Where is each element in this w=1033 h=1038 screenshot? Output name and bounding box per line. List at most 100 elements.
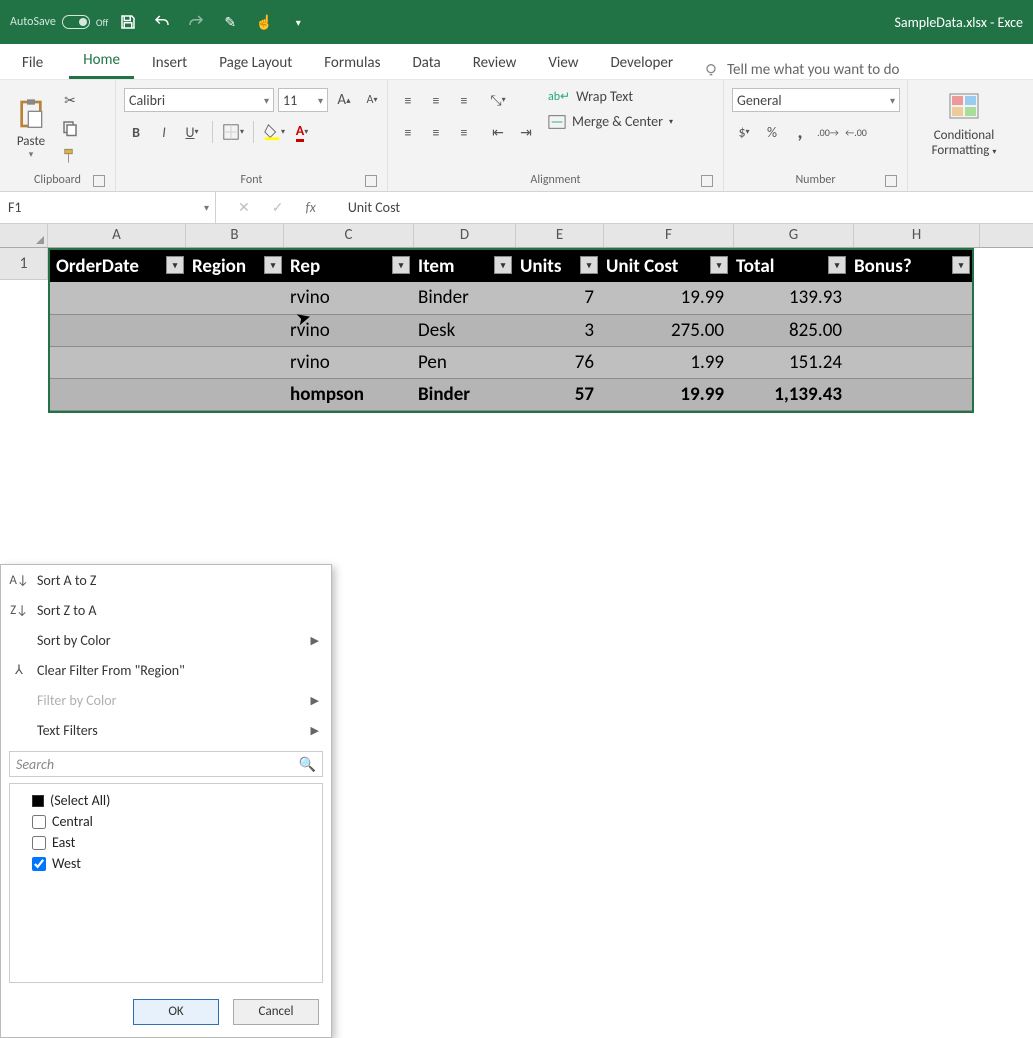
table-row[interactable]: rvinoPen761.99151.24	[50, 346, 972, 378]
table-row[interactable]: hompsonBinder5719.991,139.43	[50, 378, 972, 410]
checkbox-west[interactable]: West	[14, 853, 318, 874]
paste-button[interactable]: Paste ▾	[8, 88, 54, 170]
currency-icon[interactable]: $▾	[732, 120, 756, 144]
font-size-combo[interactable]: 11▾	[278, 88, 328, 112]
wrap-icon: ab↵	[548, 89, 570, 104]
accept-formula-icon[interactable]: ✓	[272, 199, 284, 216]
filter-button-region[interactable]: ▾	[264, 256, 282, 274]
save-icon[interactable]	[118, 12, 138, 32]
ok-button[interactable]: OK	[133, 999, 219, 1025]
col-header-d[interactable]: D	[414, 224, 516, 247]
font-size-value: 11	[283, 92, 297, 109]
underline-button[interactable]: U▾	[180, 120, 204, 144]
filter-button-item[interactable]: ▾	[494, 256, 512, 274]
tab-formulas[interactable]: Formulas	[310, 46, 394, 79]
th-orderdate: OrderDate	[56, 255, 139, 278]
tab-insert[interactable]: Insert	[138, 46, 201, 79]
filter-button-rep[interactable]: ▾	[392, 256, 410, 274]
col-header-g[interactable]: G	[734, 224, 854, 247]
formula-input[interactable]: Unit Cost	[338, 199, 1033, 216]
grow-font-icon[interactable]: A▴	[332, 88, 356, 112]
undo-icon[interactable]	[152, 12, 172, 32]
increase-decimal-icon[interactable]: .00→	[816, 120, 840, 144]
borders-icon[interactable]: ▾	[221, 120, 245, 144]
number-launcher-icon[interactable]	[885, 175, 897, 187]
clipboard-launcher-icon[interactable]	[93, 175, 105, 187]
col-header-c[interactable]: C	[284, 224, 414, 247]
table-row[interactable]: rvinoBinder719.99139.93	[50, 282, 972, 314]
autosave-toggle[interactable]: AutoSave Off	[10, 15, 108, 29]
bold-button[interactable]: B	[124, 120, 148, 144]
tab-data[interactable]: Data	[398, 46, 454, 79]
qat-more-icon[interactable]: ▾	[288, 12, 308, 32]
text-filters[interactable]: Text Filters▶	[1, 715, 331, 745]
cut-icon[interactable]: ✂	[58, 88, 82, 112]
name-box[interactable]: F1 ▾	[0, 192, 216, 223]
sort-z-to-a[interactable]: Z↓Sort Z to A	[1, 595, 331, 625]
row-header-1[interactable]: 1	[0, 248, 48, 280]
fx-icon[interactable]: fx	[305, 199, 315, 216]
align-center-icon[interactable]: ≡	[424, 120, 448, 144]
copy-icon[interactable]	[58, 116, 82, 140]
percent-icon[interactable]: %	[760, 120, 784, 144]
filter-button-units[interactable]: ▾	[580, 256, 598, 274]
column-headers: A B C D E F G H	[0, 224, 1033, 248]
cancel-button[interactable]: Cancel	[233, 999, 319, 1025]
align-middle-icon[interactable]: ≡	[424, 88, 448, 112]
align-right-icon[interactable]: ≡	[452, 120, 476, 144]
col-header-b[interactable]: B	[186, 224, 284, 247]
col-header-a[interactable]: A	[48, 224, 186, 247]
font-name-combo[interactable]: Calibri▾	[124, 88, 274, 112]
font-color-icon[interactable]: A▾	[290, 120, 314, 144]
redo-icon[interactable]	[186, 12, 206, 32]
align-top-icon[interactable]: ≡	[396, 88, 420, 112]
comma-icon[interactable]: ,	[788, 120, 812, 144]
decrease-decimal-icon[interactable]: ←.00	[844, 120, 868, 144]
format-painter-icon[interactable]	[58, 144, 82, 168]
merge-center-button[interactable]: Merge & Center ▾	[548, 113, 673, 130]
checkbox-east[interactable]: East	[14, 832, 318, 853]
tab-file[interactable]: File	[8, 46, 57, 79]
touch-icon[interactable]: ☝	[254, 12, 274, 32]
font-launcher-icon[interactable]	[365, 175, 377, 187]
decrease-indent-icon[interactable]: ⇤	[486, 120, 510, 144]
align-bottom-icon[interactable]: ≡	[452, 88, 476, 112]
select-all-cell[interactable]	[0, 224, 48, 247]
align-left-icon[interactable]: ≡	[396, 120, 420, 144]
filter-button-orderdate[interactable]: ▾	[166, 256, 184, 274]
orientation-icon[interactable]: ⤡▾	[486, 88, 510, 112]
col-header-h[interactable]: H	[854, 224, 980, 247]
sort-by-color[interactable]: Sort by Color▶	[1, 625, 331, 655]
tab-home[interactable]: Home	[69, 43, 134, 79]
brush-icon[interactable]: ✎	[220, 12, 240, 32]
number-format-combo[interactable]: General▾	[732, 88, 900, 112]
fill-color-icon[interactable]: ▾	[262, 120, 286, 144]
clear-filter[interactable]: ⅄Clear Filter From "Region"	[1, 655, 331, 685]
checkbox-central[interactable]: Central	[14, 811, 318, 832]
tab-developer[interactable]: Developer	[596, 46, 687, 79]
tell-me-search[interactable]: Tell me what you want to do	[703, 61, 899, 79]
table-row[interactable]: rvinoDesk3275.00825.00	[50, 314, 972, 346]
italic-button[interactable]: I	[152, 120, 176, 144]
filter-button-bonus[interactable]: ▾	[952, 256, 970, 274]
sort-a-to-z[interactable]: A↓Sort A to Z	[1, 565, 331, 595]
filter-button-unitcost[interactable]: ▾	[710, 256, 728, 274]
shrink-font-icon[interactable]: A▾	[360, 88, 384, 112]
tab-view[interactable]: View	[534, 46, 592, 79]
number-format-value: General	[737, 92, 782, 109]
checkbox-select-all[interactable]: (Select All)	[14, 790, 318, 811]
filter-search-input[interactable]: Search 🔍	[9, 751, 323, 777]
filter-button-total[interactable]: ▾	[828, 256, 846, 274]
cancel-formula-icon[interactable]: ✕	[238, 199, 250, 216]
alignment-launcher-icon[interactable]	[701, 175, 713, 187]
merge-label: Merge & Center	[572, 113, 663, 130]
filter-menu: A↓Sort A to Z Z↓Sort Z to A Sort by Colo…	[0, 564, 332, 1038]
th-item: Item	[418, 255, 454, 278]
tab-review[interactable]: Review	[459, 46, 531, 79]
col-header-f[interactable]: F	[604, 224, 734, 247]
conditional-formatting-button[interactable]: Conditional Formatting ▾	[916, 84, 1012, 166]
increase-indent-icon[interactable]: ⇥	[514, 120, 538, 144]
wrap-text-button[interactable]: ab↵ Wrap Text	[548, 88, 673, 105]
tab-page-layout[interactable]: Page Layout	[205, 46, 306, 79]
col-header-e[interactable]: E	[516, 224, 604, 247]
